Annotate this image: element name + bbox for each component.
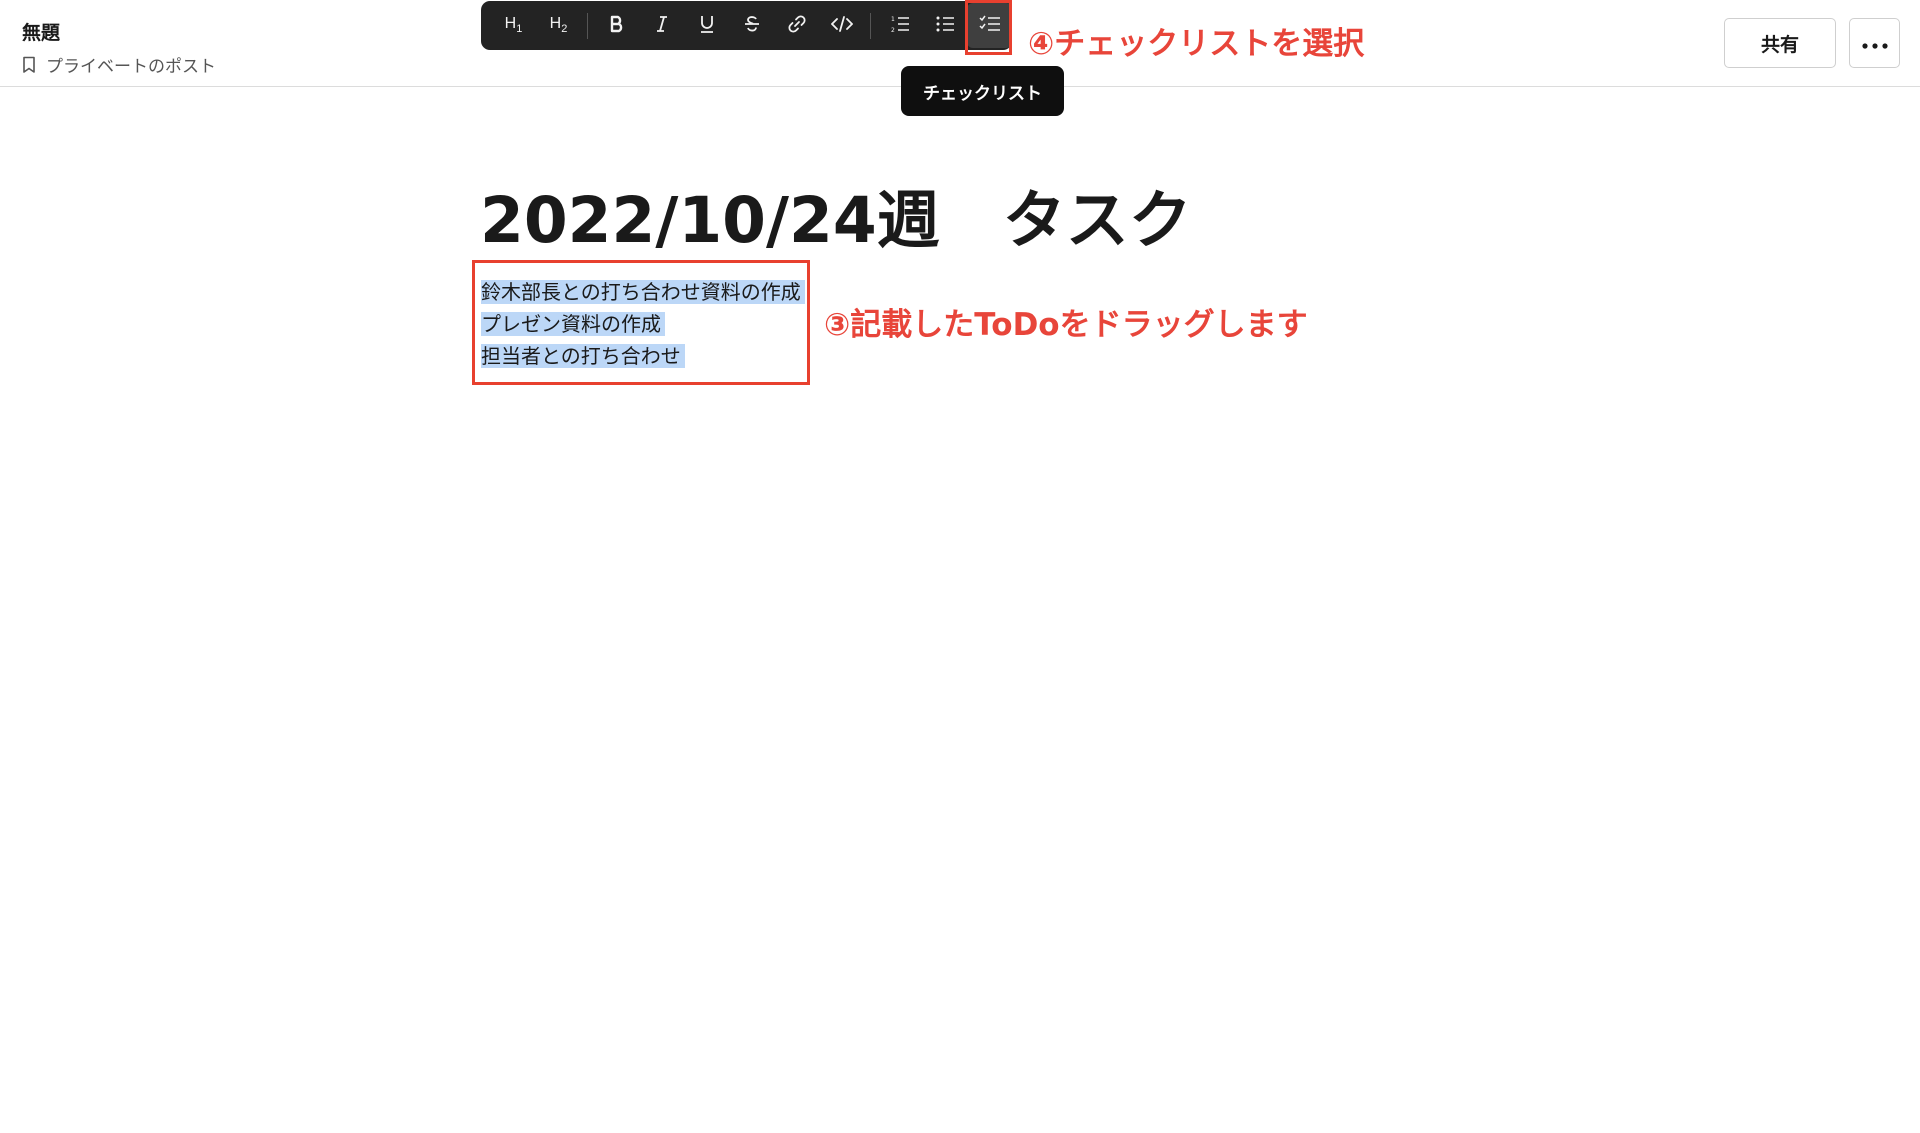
code-icon: [830, 15, 853, 37]
checklist-highlight-box: [965, 0, 1012, 55]
svg-text:1: 1: [891, 16, 895, 23]
underline-button[interactable]: [684, 3, 729, 48]
bold-button[interactable]: [594, 3, 639, 48]
step3-annotation: ③記載したToDoをドラッグします: [824, 307, 1308, 343]
ordered-list-button[interactable]: 12: [877, 3, 922, 48]
step4-annotation: ④チェックリストを選択: [1028, 26, 1365, 62]
italic-button[interactable]: [639, 3, 684, 48]
heading2-button[interactable]: H2: [536, 3, 581, 48]
visibility-label: プライベートのポスト: [46, 57, 216, 77]
h2-icon: H2: [549, 15, 568, 36]
page-title[interactable]: 2022/10/24週 タスク: [480, 170, 1192, 261]
svg-text:2: 2: [891, 27, 895, 33]
formatting-toolbar: H1 H2 12: [481, 1, 1012, 50]
more-icon: [1861, 34, 1888, 53]
ordered-list-icon: 12: [890, 15, 910, 37]
bullet-list-icon: [935, 15, 955, 37]
checklist-tooltip: チェックリスト: [901, 66, 1064, 116]
visibility-indicator[interactable]: プライベートのポスト: [22, 52, 216, 77]
link-icon: [787, 14, 807, 38]
share-button[interactable]: 共有: [1724, 18, 1836, 68]
bookmark-icon: [22, 56, 36, 74]
more-options-button[interactable]: [1849, 18, 1900, 68]
strikethrough-button[interactable]: [729, 3, 774, 48]
selection-highlight-box: [472, 260, 810, 385]
document-title: 無題: [22, 22, 61, 44]
link-button[interactable]: [774, 3, 819, 48]
strikethrough-icon: [744, 15, 760, 37]
bullet-list-button[interactable]: [922, 3, 967, 48]
underline-icon: [699, 15, 715, 37]
toolbar-divider: [587, 12, 588, 39]
h1-icon: H1: [504, 15, 523, 36]
code-button[interactable]: [819, 3, 864, 48]
heading1-button[interactable]: H1: [491, 3, 536, 48]
bold-icon: [609, 15, 625, 37]
toolbar-divider: [870, 12, 871, 39]
italic-icon: [655, 15, 669, 37]
